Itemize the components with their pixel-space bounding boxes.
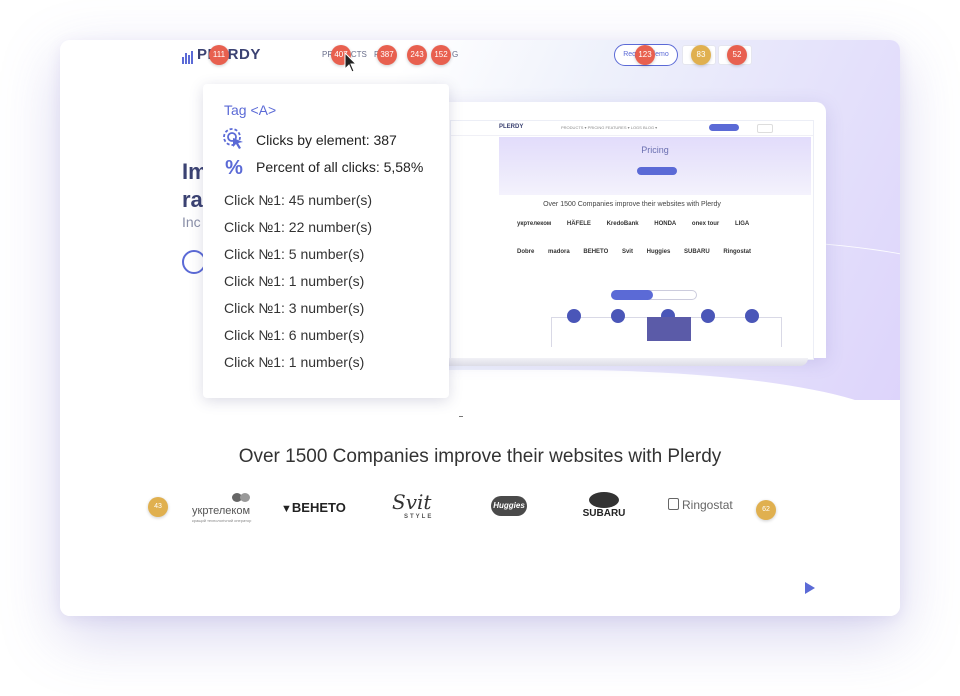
popup-click-item: Click №1: 45 number(s) — [224, 192, 373, 208]
screen-feature-icon — [567, 309, 581, 323]
companies-title: Over 1500 Companies improve their websit… — [238, 446, 722, 467]
popup-click-item: Click №1: 3 number(s) — [224, 300, 365, 316]
play-icon[interactable] — [805, 582, 815, 594]
nav-blog[interactable]: G — [452, 50, 458, 59]
click-badge-features[interactable]: 243 — [407, 45, 427, 65]
screen-pricing-pill — [637, 167, 677, 175]
lower-section-background — [60, 370, 900, 616]
screen-login-box — [757, 124, 773, 133]
popup-click-item: Click №1: 1 number(s) — [224, 354, 365, 370]
screen-companies-title: Over 1500 Companies improve their websit… — [543, 201, 721, 208]
click-badge-logo[interactable]: 111 — [209, 45, 229, 65]
popup-click-item: Click №1: 1 number(s) — [224, 273, 365, 289]
logo-bars-icon — [182, 47, 194, 64]
screen-pricing-banner: Pricing — [499, 137, 811, 195]
popup-tag-label: Tag <A> — [224, 102, 277, 118]
screen-pricing-title: Pricing — [641, 145, 669, 155]
screen-toggle-active — [611, 290, 653, 300]
screen-menu: PRODUCTS ▾ PRICING FEATURES ▾ LOGS BLOG … — [561, 125, 658, 130]
screen-logo: PLERDY — [499, 124, 524, 130]
screen-feature-icon — [701, 309, 715, 323]
huggies-logo: Huggies — [491, 496, 527, 516]
laptop-mockup: PLERDY PRODUCTS ▾ PRICING FEATURES ▾ LOG… — [438, 102, 826, 360]
mouse-cursor-icon — [344, 52, 358, 73]
screen-demo-button — [709, 124, 739, 131]
click-badge-logos-left[interactable]: 43 — [148, 497, 168, 517]
page-frame: PLERDY PRODUCTS P G Request demo Im ra I… — [60, 40, 900, 616]
screen-col-line — [781, 317, 782, 347]
screen-feature-card — [647, 317, 691, 341]
screen-nav: PLERDY PRODUCTS ▾ PRICING FEATURES ▾ LOG… — [451, 121, 813, 136]
click-badge-pricing[interactable]: 387 — [377, 45, 397, 65]
click-target-icon — [223, 128, 243, 149]
svit-style-logo: Svit STYLE — [392, 490, 434, 520]
laptop-screen: PLERDY PRODUCTS ▾ PRICING FEATURES ▾ LOG… — [450, 120, 814, 360]
click-badge-blog[interactable]: 152 — [431, 45, 451, 65]
percent-icon: % — [225, 157, 243, 179]
section-divider — [459, 416, 463, 417]
subaru-logo: SUBARU — [580, 492, 628, 519]
screen-logo-row-2: Dobre madora BEHETO Svit Huggies SUBARU … — [517, 249, 751, 255]
screen-col-line — [551, 317, 552, 347]
beheto-logo: ▼BEHETO — [281, 500, 346, 515]
popup-click-item: Click №1: 22 number(s) — [224, 219, 373, 235]
click-badge-box1[interactable]: 83 — [691, 45, 711, 65]
click-badge-demo[interactable]: 123 — [635, 45, 655, 65]
screen-feature-icon — [745, 309, 759, 323]
popup-clicks-by-element: Clicks by element: 387 — [256, 132, 397, 148]
popup-click-item: Click №1: 5 number(s) — [224, 246, 365, 262]
popup-click-item: Click №1: 6 number(s) — [224, 327, 365, 343]
click-stats-popup: Tag <A> Clicks by element: 387 % Percent… — [203, 84, 449, 398]
click-badge-logos-right[interactable]: 62 — [756, 500, 776, 520]
ringostat-logo: Ringostat — [668, 498, 733, 512]
screen-feature-icon — [611, 309, 625, 323]
hero-subtitle: Inc — [182, 214, 201, 230]
click-badge-box2[interactable]: 52 — [727, 45, 747, 65]
popup-percent: Percent of all clicks: 5,58% — [256, 159, 424, 175]
screen-logo-row-1: укртелеком HÄFELE KredoBank HONDA onex t… — [517, 221, 750, 227]
